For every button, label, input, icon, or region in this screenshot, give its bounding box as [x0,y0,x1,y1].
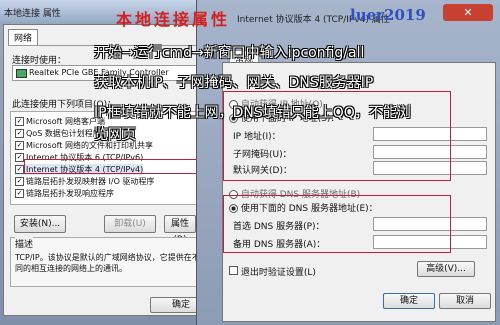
cancel-button[interactable]: 取消 [439,293,491,309]
checkbox[interactable]: ✓ [15,153,24,162]
annotation-line-4: 览网页 [94,127,136,143]
checkbox[interactable]: ✓ [15,189,24,198]
uninstall-button[interactable]: 卸载(U) [104,215,156,233]
dns-highlight-box [223,195,451,253]
annotation-line-2: 获取本机IP、子网掩码、网关、DNS服务器IP [94,75,374,91]
advanced-button[interactable]: 高级(V)... [417,261,475,277]
right-ok-button[interactable]: 确定 [383,293,435,309]
validate-option[interactable]: 退出时验证设置(L) [229,265,316,278]
description-text: TCP/IP。该协议是默认的广域网络协议，它提供在不同的相互连接的网络上的通讯。 [15,253,200,273]
checkbox[interactable] [229,266,238,275]
watermark-right: luer2019 [350,6,426,24]
properties-button[interactable]: 属性(R) [164,215,196,245]
checkbox[interactable]: ✓ [15,129,24,138]
close-icon[interactable]: ✕ [443,4,493,21]
description-label: 描述 [15,237,34,250]
left-window-title: 本地连接 属性 [4,9,61,19]
annotation-line-1: 开始→运行cmd→新窗口中输入ipconfig/all [94,45,365,61]
description-group: 描述 TCP/IP。该协议是默认的广域网络协议，它提供在不同的相互连接的网络上的… [10,237,212,287]
install-button[interactable]: 安装(N)... [14,215,66,233]
annotation-line-3: IP框填错就不能上网，DNS填错只能上QQ，不能浏 [94,105,411,121]
checkbox[interactable]: ✓ [15,141,24,150]
checkbox[interactable]: ✓ [15,177,24,186]
checkbox[interactable]: ✓ [15,117,24,126]
checkbox[interactable]: ✓ [15,165,24,174]
watermark-left: 本地连接属性 [116,10,231,29]
right-panel: 自动获得 IP 地址(O) 使用下面的 IP 地址(S)： IP 地址(I)： … [222,62,496,322]
list-item[interactable]: ✓ Microsoft 网络客户端 [15,116,105,127]
tab-network[interactable]: 网络 [8,29,39,45]
ipv4-highlight-box [24,159,206,174]
list-item[interactable]: ✓ QoS 数据包计划程序 [15,128,101,139]
list-item[interactable]: ✓ 链路层拓扑发现响应程序 [15,188,114,199]
list-item[interactable]: ✓ 链路层拓扑发现映射器 I/O 驱动程序 [15,176,154,187]
network-adapter-icon [16,69,27,78]
